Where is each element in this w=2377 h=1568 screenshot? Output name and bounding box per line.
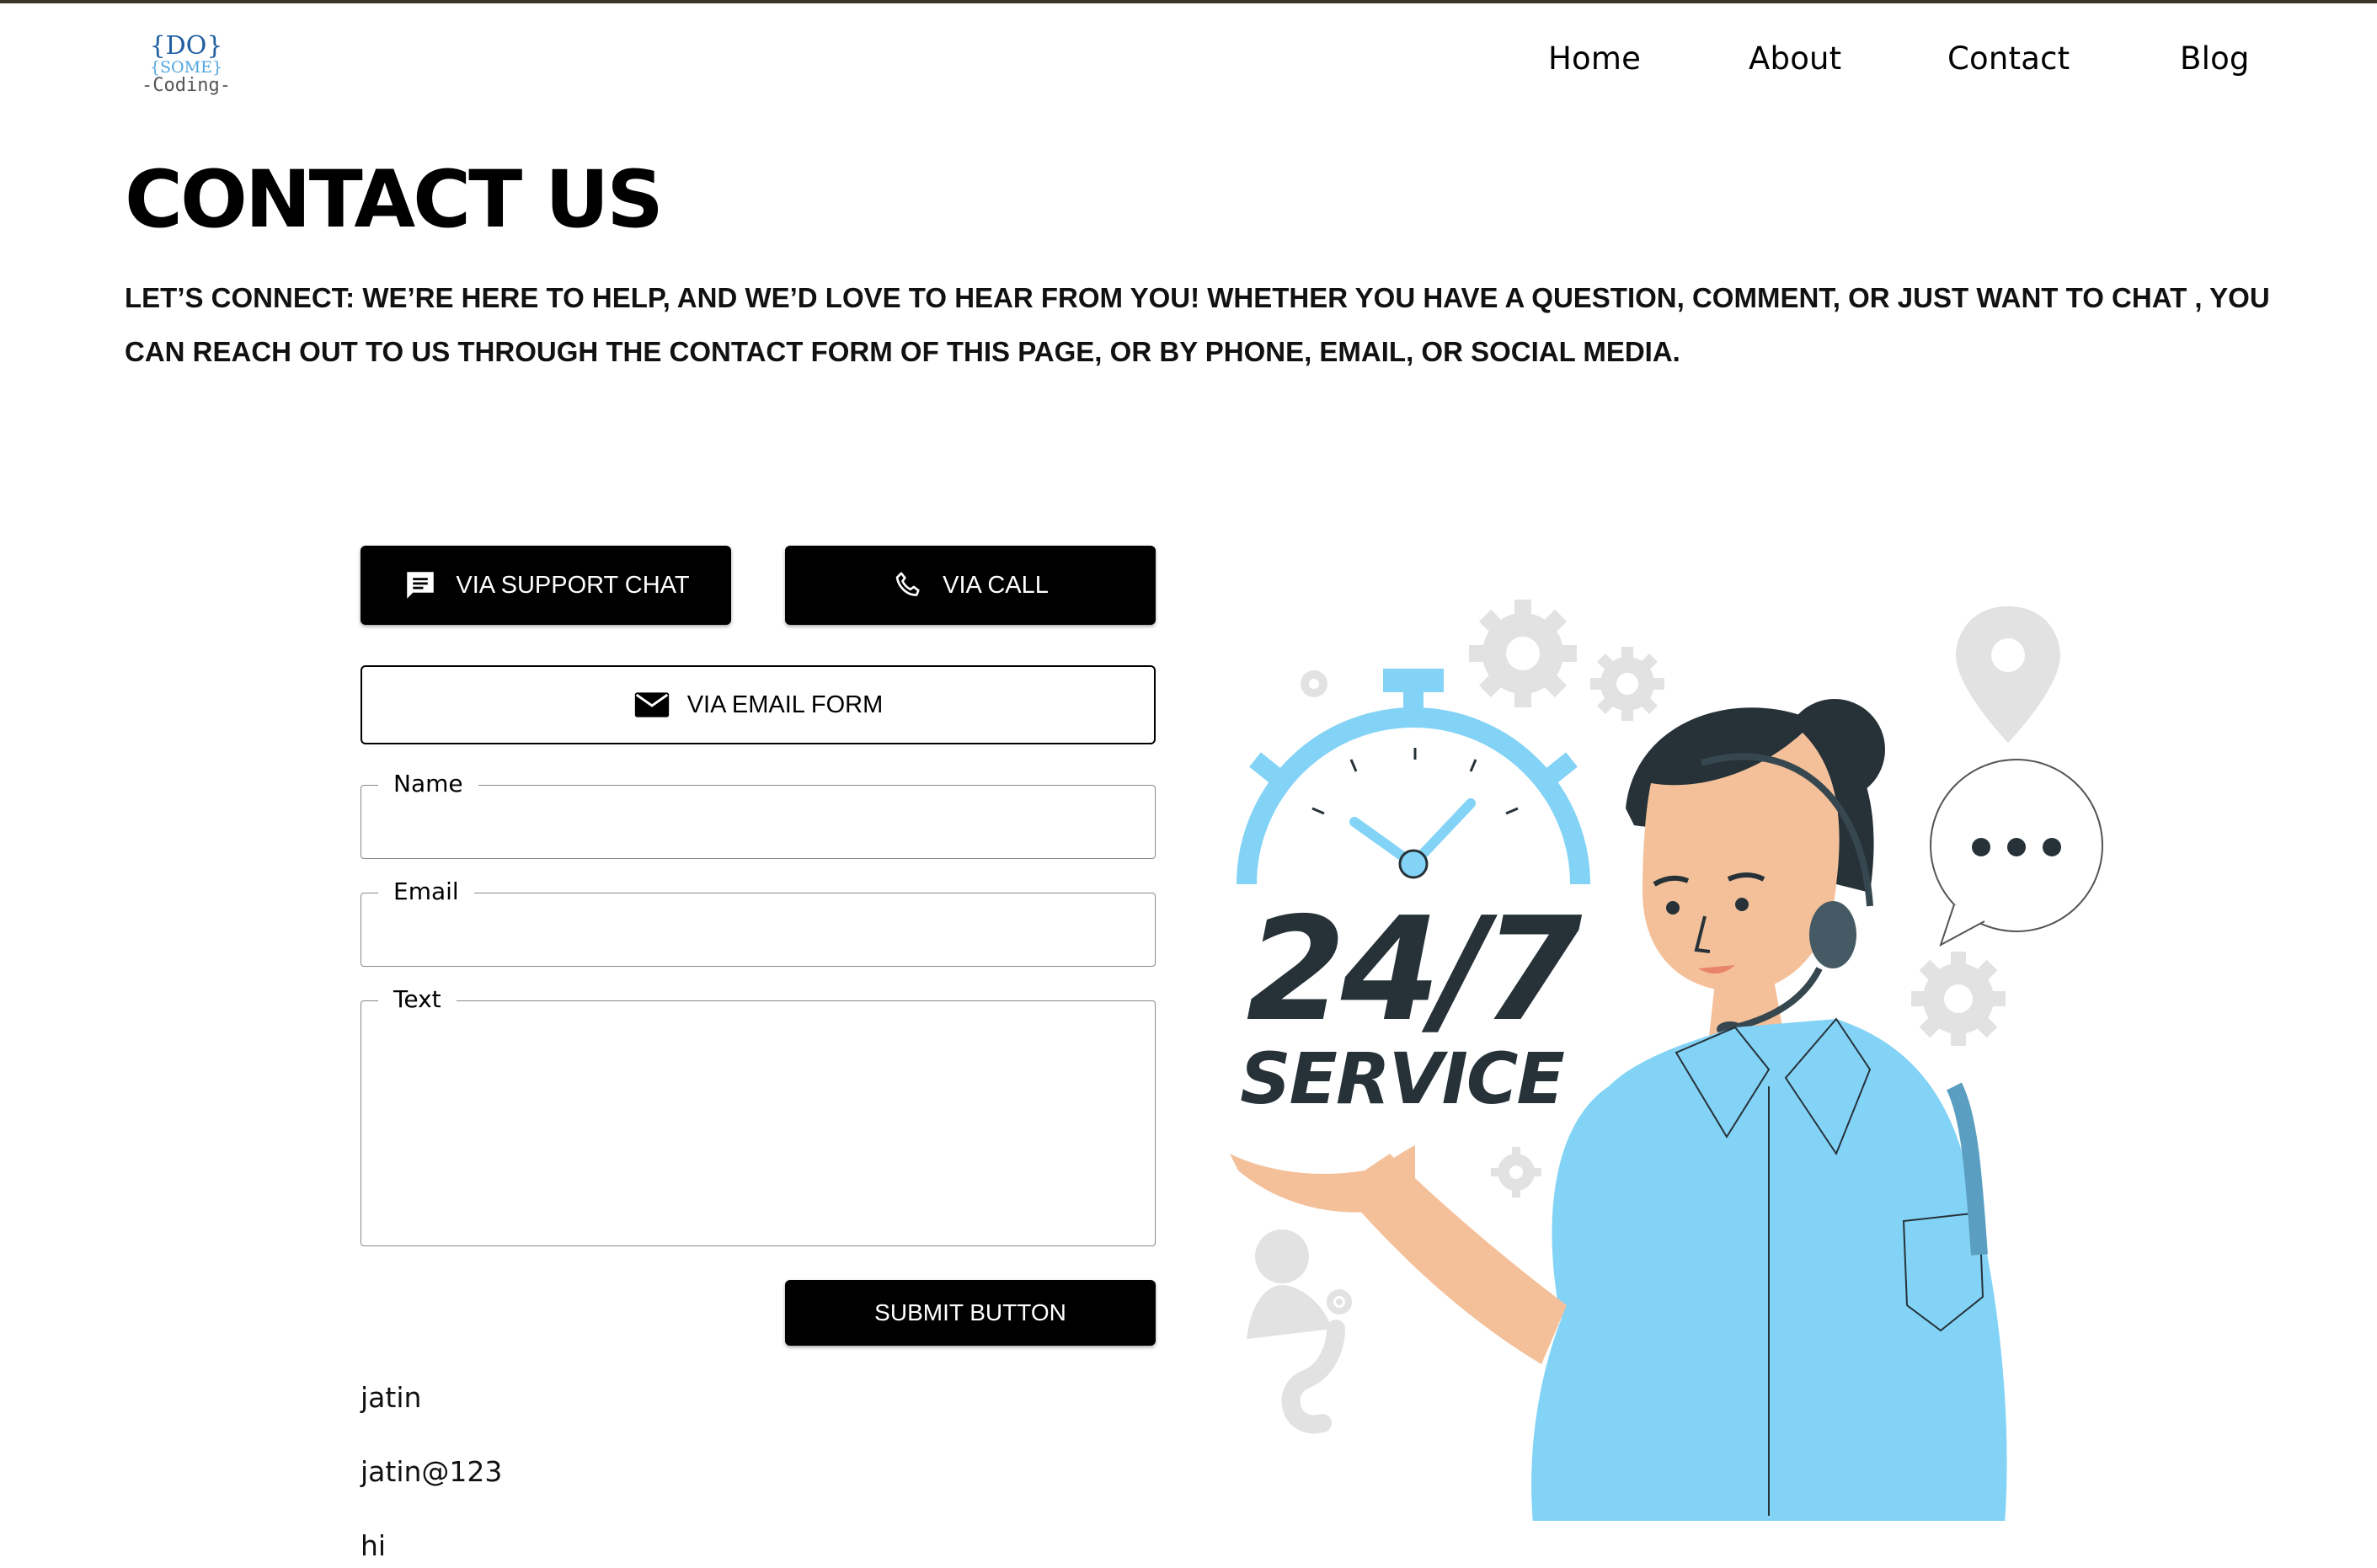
support-chat-button[interactable]: VIA SUPPORT CHAT [361,546,731,625]
name-field: Name [361,767,1156,859]
speech-bubble-icon [1930,759,2103,947]
submitted-email: jatin@123 [361,1455,503,1488]
nav-contact[interactable]: Contact [1947,40,2070,77]
text-field: Text [361,983,1156,1246]
nav-home[interactable]: Home [1548,40,1641,77]
logo-graphic: {DO} {SOME} -Coding- [142,31,231,96]
support-illustration: 24/7 SERVICE [1213,581,2123,1521]
support-chat-label: VIA SUPPORT CHAT [456,571,690,599]
gear-icon [1491,1147,1541,1197]
email-input[interactable] [378,905,1138,957]
gear-icon [1590,647,1664,721]
email-label: Email [378,875,474,909]
email-form-label: VIA EMAIL FORM [686,691,884,718]
nav-blog[interactable]: Blog [2180,40,2250,77]
email-form-button[interactable]: VIA EMAIL FORM [361,665,1156,744]
submit-label: SUBMIT BUTTON [874,1299,1066,1325]
text-label: Text [378,983,457,1016]
top-border [0,0,2377,3]
text-input[interactable] [378,1013,1138,1237]
logo-line1: {DO} [150,31,223,61]
name-label: Name [378,767,478,801]
gear-icon [1301,670,1327,697]
intro-text: LET’S CONNECT: WE’RE HERE TO HELP, AND W… [125,282,2270,367]
nav-about[interactable]: About [1749,40,1841,77]
support-agent-graphic: 24/7 SERVICE [1230,600,2103,1521]
phone-icon [892,568,926,602]
gear-icon [1469,600,1577,707]
name-input[interactable] [378,797,1138,850]
envelope-icon [633,691,670,719]
subline-text: SERVICE [1240,1037,1564,1120]
submitted-name: jatin [361,1381,422,1414]
call-button[interactable]: VIA CALL [785,546,1156,625]
submitted-text: hi [361,1529,387,1562]
logo-line3: -Coding- [142,75,231,96]
page-title: CONTACT US [125,154,664,246]
location-pin-icon [1956,606,2060,743]
submit-button[interactable]: SUBMIT BUTTON [785,1280,1156,1346]
gear-icon [1911,952,2006,1046]
chat-icon [402,568,439,603]
call-label: VIA CALL [943,571,1049,599]
user-icon [1247,1229,1333,1339]
logo-line2: {SOME} [150,58,222,77]
email-field: Email [361,875,1156,967]
headline-text: 24/7 [1247,887,1583,1053]
site-logo[interactable]: {DO} {SOME} -Coding- [140,29,232,98]
